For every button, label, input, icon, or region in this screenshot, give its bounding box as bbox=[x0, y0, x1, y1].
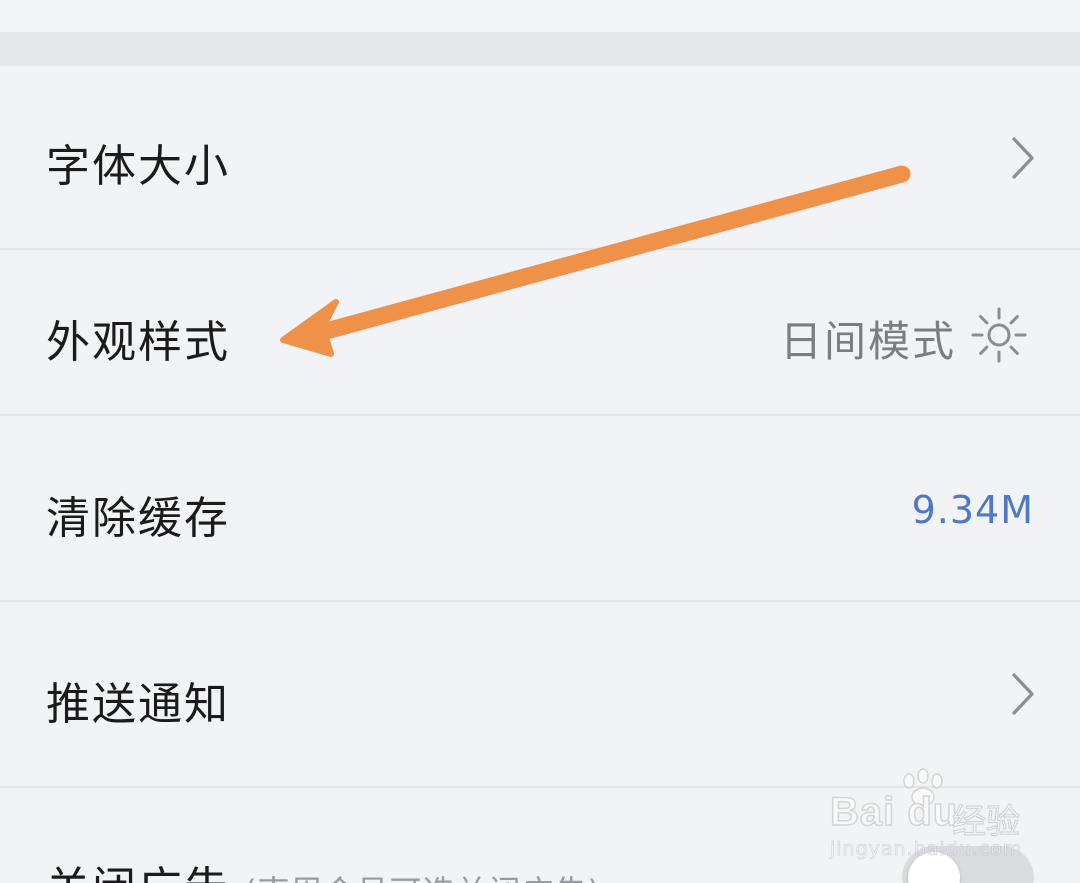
appearance-mode-value: 日间模式 bbox=[779, 317, 956, 366]
chevron-right-icon bbox=[1012, 137, 1034, 179]
row-label-push-notifications: 推送通知 bbox=[46, 679, 230, 730]
watermark-brand: Bai du bbox=[829, 789, 959, 835]
baidu-jingyan-watermark: Bai du 经验 jingyan.baidu.com bbox=[826, 768, 1036, 864]
disable-ads-label: 关闭广告 bbox=[46, 863, 230, 883]
row-label-clear-cache: 清除缓存 bbox=[46, 493, 230, 544]
settings-row-appearance[interactable]: 外观样式 日间模式 bbox=[0, 250, 1080, 414]
settings-row-font-size[interactable]: 字体大小 bbox=[0, 66, 1080, 248]
watermark-name: 经验 bbox=[951, 801, 1020, 842]
settings-row-clear-cache[interactable]: 清除缓存 9.34M bbox=[0, 416, 1080, 600]
row-label-disable-ads: 关闭广告 (南周会员可选关闭广告) bbox=[46, 852, 601, 883]
watermark-url: jingyan.baidu.com bbox=[830, 838, 1023, 861]
cache-size-value: 9.34M bbox=[911, 488, 1034, 532]
top-strip bbox=[0, 0, 1080, 32]
row-label-appearance: 外观样式 bbox=[46, 317, 230, 368]
section-gap bbox=[0, 32, 1080, 66]
sun-icon bbox=[971, 307, 1027, 363]
chevron-right-icon bbox=[1012, 673, 1034, 715]
settings-screen: 字体大小 外观样式 日间模式 清除缓存 9.34M 推送通知 Bai du 经验… bbox=[0, 0, 1080, 883]
settings-row-push-notifications[interactable]: 推送通知 bbox=[0, 602, 1080, 786]
disable-ads-hint: (南周会员可选关闭广告) bbox=[244, 873, 601, 883]
row-label-font-size: 字体大小 bbox=[46, 141, 230, 192]
